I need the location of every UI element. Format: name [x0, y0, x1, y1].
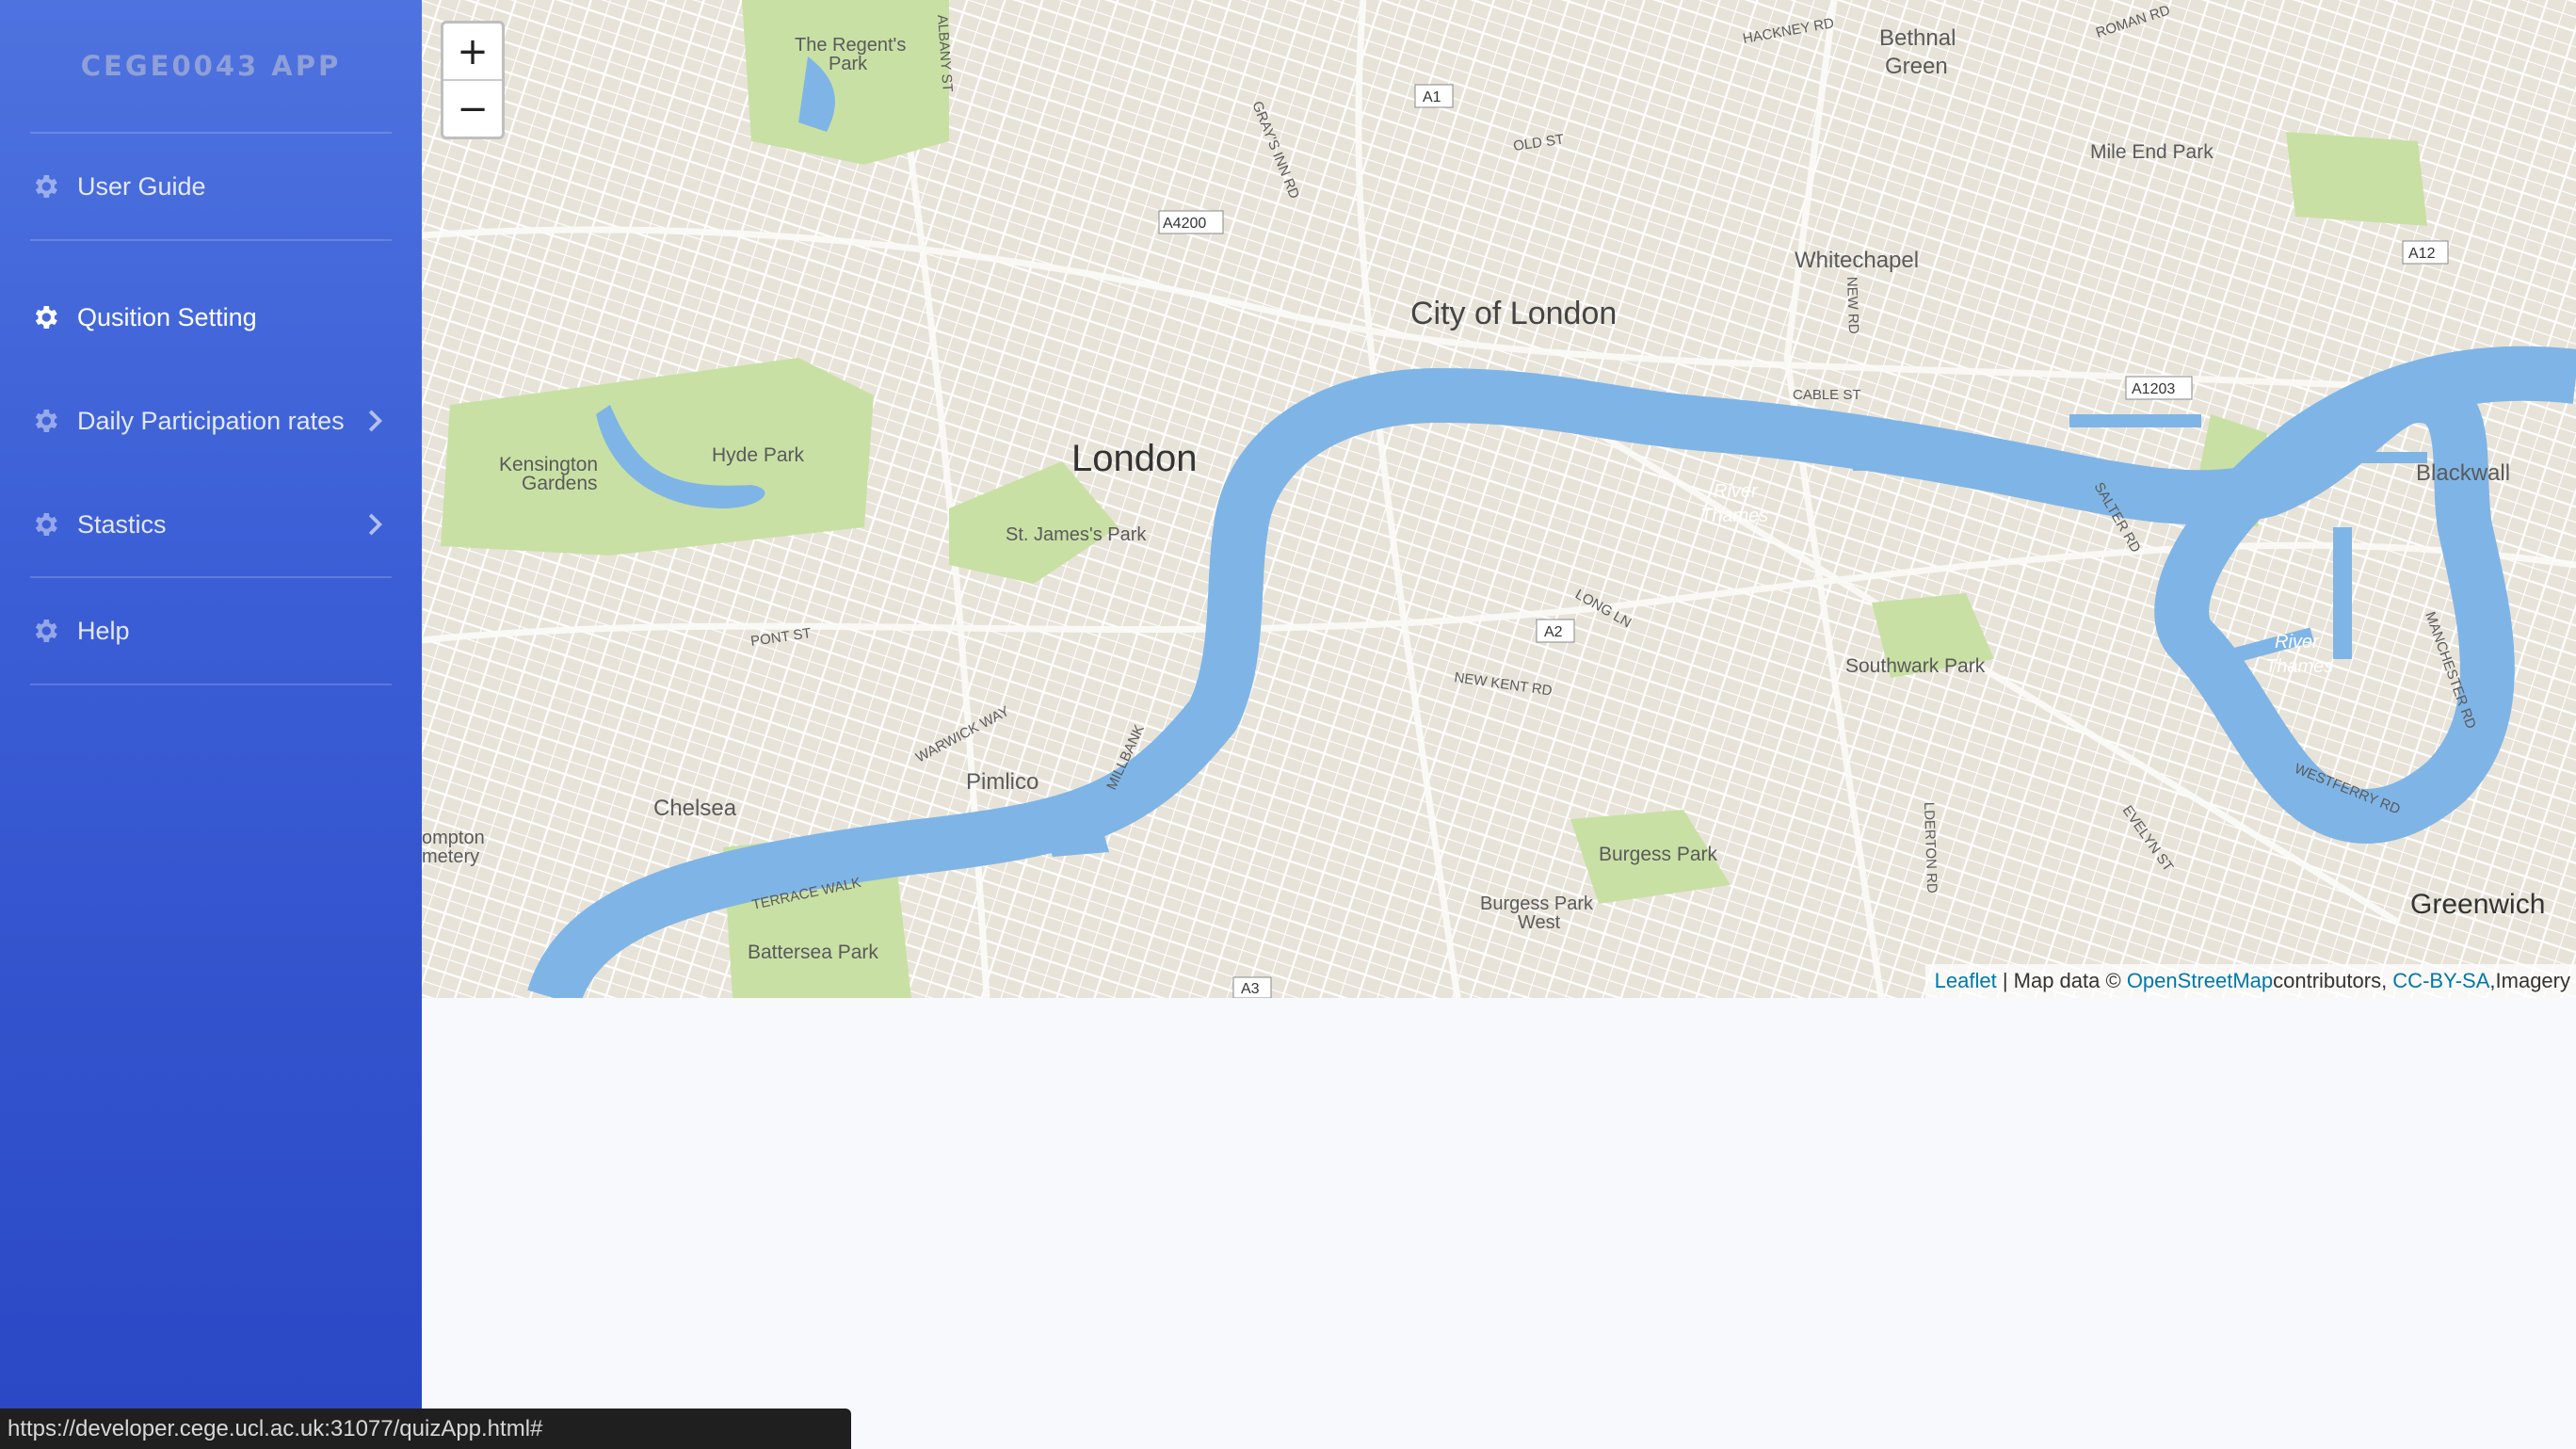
label-brompton: metery [422, 846, 479, 867]
sidebar-divider [30, 684, 392, 685]
shield-a1: A1 [1423, 89, 1441, 105]
road-alderton-rd: LDERTON RD [1921, 802, 1940, 894]
license-link[interactable]: CC-BY-SA [2392, 969, 2489, 992]
sidebar-item-label: Qusition Setting [77, 302, 257, 331]
sidebar-item-stastics[interactable]: Stastics [0, 473, 422, 576]
label-london: London [1071, 438, 1197, 479]
label-city-of-london: City of London [1410, 296, 1617, 331]
label-greenwich: Greenwich [2410, 889, 2545, 920]
label-st-james-park: St. James's Park [1006, 524, 1147, 545]
label-mile-end-park: Mile End Park [2090, 141, 2214, 163]
main-content [422, 998, 2576, 1449]
sidebar-item-label: Help [77, 616, 130, 645]
sidebar-item-label: User Guide [77, 171, 206, 201]
browser-status-url: https://developer.cege.ucl.ac.uk:31077/q… [0, 1409, 851, 1449]
shield-a4200: A4200 [1163, 216, 1206, 232]
shield-a1203: A1203 [2132, 381, 2175, 397]
gear-icon [35, 410, 57, 432]
label-hyde-park: Hyde Park [712, 444, 805, 466]
label-regents-park: The Regent's [795, 35, 906, 56]
map-attribution: Leaflet | Map data © OpenStreetMapcontri… [1924, 964, 2576, 998]
sidebar-item-label: Daily Participation rates [77, 406, 345, 435]
label-pimlico: Pimlico [966, 769, 1038, 795]
label-whitechapel: Whitechapel [1795, 248, 1919, 273]
label-blackwall: Blackwall [2416, 460, 2510, 486]
sidebar-item-label: Stastics [77, 509, 167, 539]
shield-a12: A12 [2408, 246, 2436, 262]
gear-icon [35, 513, 57, 536]
label-burgess-park: Burgess Park [1599, 844, 1718, 865]
road-cable-st: CABLE ST [1793, 387, 1861, 403]
shield-a2: A2 [1544, 624, 1563, 640]
chevron-right-icon [368, 410, 382, 432]
zoom-in-button[interactable]: + [443, 24, 502, 79]
sidebar-item-help[interactable]: Help [0, 578, 422, 684]
label-battersea-park: Battersea Park [748, 942, 878, 963]
label-river-thames: River [2275, 632, 2320, 652]
zoom-out-button[interactable]: − [443, 79, 502, 137]
label-regents-park: Park [829, 54, 868, 74]
label-kensington-gardens: Gardens [522, 473, 598, 494]
gear-icon [35, 306, 57, 329]
shield-a3: A3 [1241, 981, 1260, 997]
label-brompton: ompton [422, 828, 485, 848]
label-bethnal-green: Green [1885, 54, 1948, 79]
attribution-text: | Map data © [1996, 969, 2127, 992]
gear-icon [35, 175, 57, 198]
zoom-control: + − [441, 21, 505, 139]
sidebar-item-question-setting[interactable]: Qusition Setting [0, 266, 422, 369]
chevron-right-icon [368, 513, 382, 536]
label-southwark-park: Southwark Park [1845, 655, 1986, 677]
label-burgess-park-west: West [1518, 912, 1561, 933]
app-brand[interactable]: CEGE0043 APP [0, 0, 422, 132]
attribution-text: contributors, [2273, 969, 2393, 992]
attribution-text: ,Imagery [2489, 969, 2570, 992]
label-bethnal-green: Bethnal [1879, 25, 1956, 51]
sidebar-item-daily-participation-rates[interactable]: Daily Participation rates [0, 369, 422, 473]
label-chelsea: Chelsea [653, 796, 737, 821]
map-tiles[interactable]: London City of London Hyde Park Kensingt… [422, 0, 2576, 998]
osm-link[interactable]: OpenStreetMap [2127, 969, 2273, 992]
road-new-rd: NEW RD [1843, 277, 1861, 335]
gear-icon [35, 620, 57, 642]
leaflet-link[interactable]: Leaflet [1935, 969, 1997, 992]
map-container[interactable]: London City of London Hyde Park Kensingt… [422, 0, 2576, 998]
sidebar-item-user-guide[interactable]: User Guide [0, 134, 422, 239]
sidebar: CEGE0043 APP User Guide Qusition Setting… [0, 0, 422, 1449]
label-river-thames: Thames [2265, 656, 2333, 677]
label-burgess-park-west: Burgess Park [1480, 894, 1594, 914]
label-river-thames: Thames [1700, 506, 1768, 526]
label-river-thames: River [1714, 481, 1759, 502]
